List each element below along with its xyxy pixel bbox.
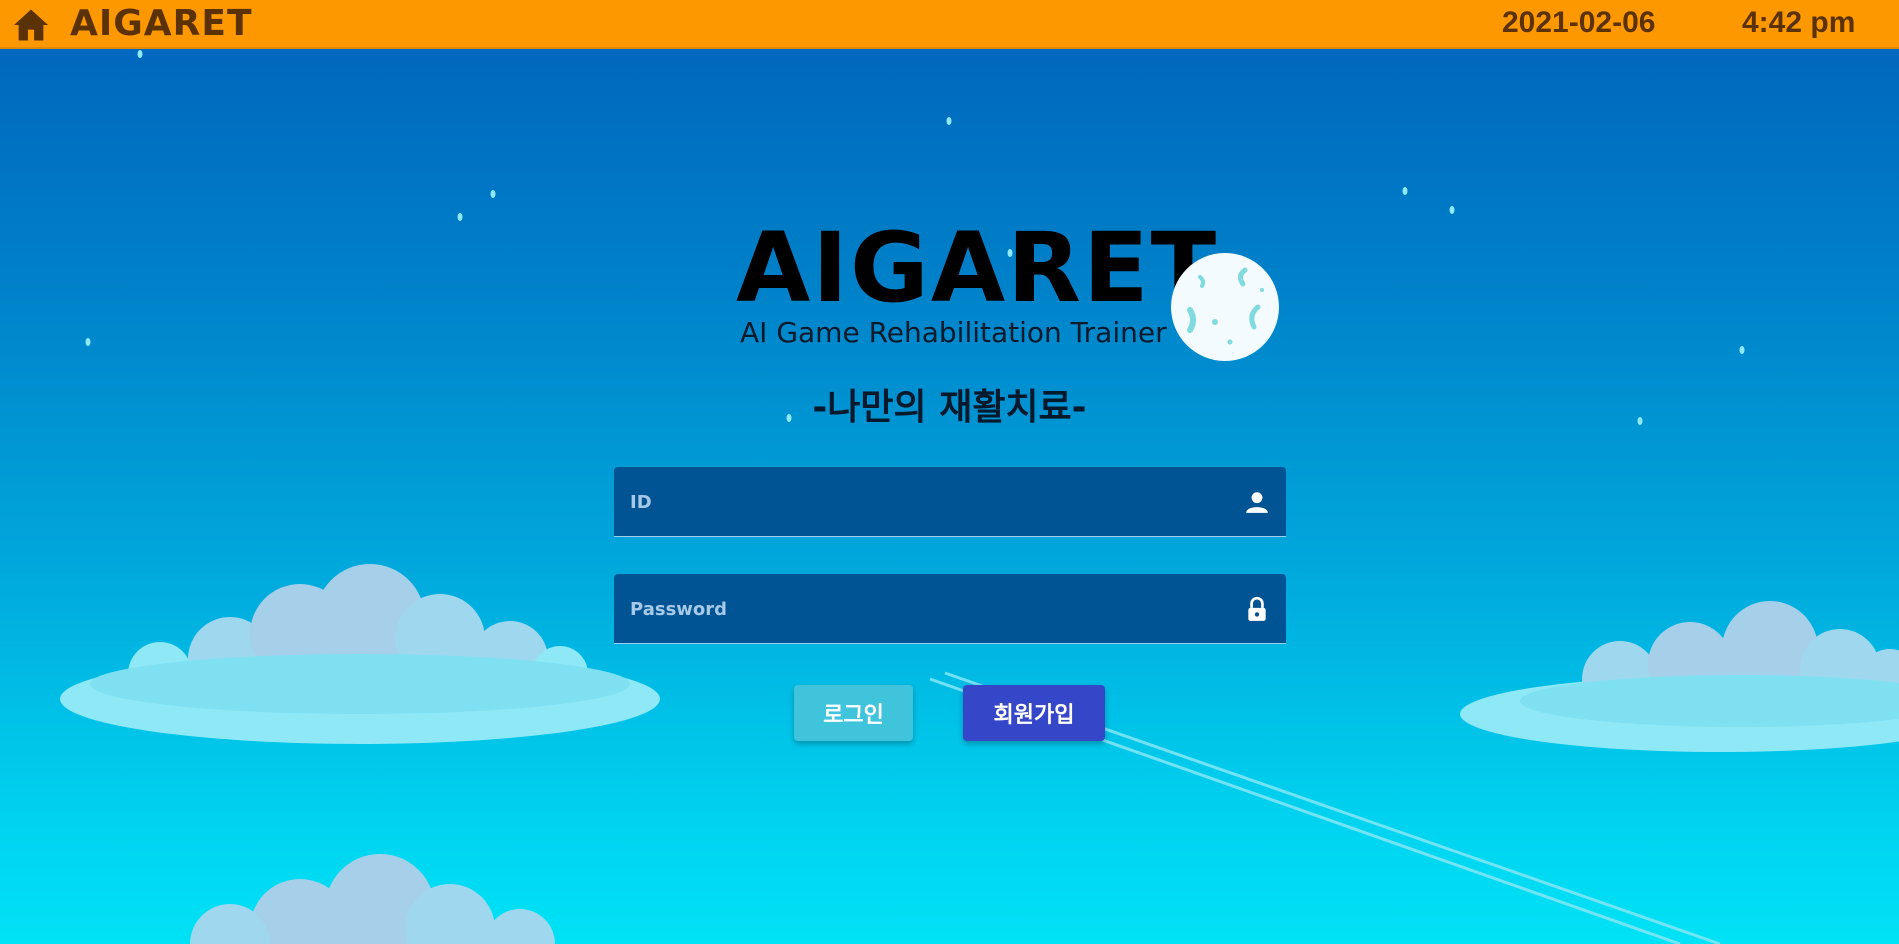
lock-icon xyxy=(1248,596,1266,621)
password-field[interactable] xyxy=(614,574,1286,644)
user-icon xyxy=(1246,492,1268,513)
cloud-bottom xyxy=(190,854,555,944)
id-field[interactable] xyxy=(614,467,1286,537)
moon-icon xyxy=(1171,253,1279,361)
id-input[interactable] xyxy=(628,467,1222,537)
logo-title: AIGARET xyxy=(736,212,1219,324)
top-bar: AIGARET 2021-02-06 4:42 pm xyxy=(0,0,1899,49)
cloud-right xyxy=(1460,601,1899,752)
date-display: 2021-02-06 xyxy=(1502,6,1656,39)
tagline: -나만의 재활치료- xyxy=(812,387,1087,428)
time-display: 4:42 pm xyxy=(1742,6,1856,39)
signup-button[interactable]: 회원가입 xyxy=(963,685,1105,741)
logo-subtitle: AI Game Rehabilitation Trainer xyxy=(740,316,1167,349)
home-icon[interactable] xyxy=(12,8,50,42)
password-input[interactable] xyxy=(628,574,1222,644)
app-title: AIGARET xyxy=(70,3,253,44)
login-button[interactable]: 로그인 xyxy=(794,685,913,741)
cloud-left xyxy=(60,564,660,744)
